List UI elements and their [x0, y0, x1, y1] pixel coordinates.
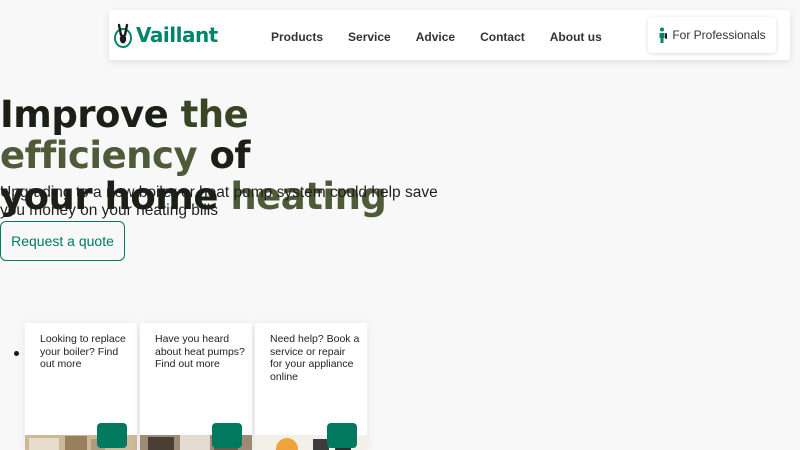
card-arrow-button[interactable]	[327, 423, 357, 448]
nav-contact[interactable]: Contact	[480, 26, 525, 44]
logo-wordmark: Vaillant	[136, 23, 218, 47]
hero-title-word: efficiency	[0, 134, 198, 177]
main-nav: Products Service Advice Contact About us	[271, 10, 627, 60]
hero-title-word: of	[209, 134, 250, 177]
hero-title-word: Improve	[0, 93, 169, 136]
for-professionals-button[interactable]: For Professionals	[648, 17, 776, 53]
promo-card-boiler[interactable]: Looking to replace your boiler? Find out…	[25, 323, 137, 450]
card-arrow-button[interactable]	[97, 423, 127, 448]
card-arrow-button[interactable]	[212, 423, 242, 448]
nav-products[interactable]: Products	[271, 26, 323, 44]
site-header: Vaillant Products Service Advice Contact…	[109, 10, 790, 60]
professional-person-icon	[659, 27, 668, 43]
card-text: Looking to replace your boiler? Find out…	[40, 333, 126, 371]
hero-title-word: the	[180, 93, 249, 136]
card-text: Have you heard about heat pumps? Find ou…	[155, 333, 245, 371]
carousel-dot-active[interactable]	[14, 351, 19, 356]
card-text: Need help? Book a service or repair for …	[270, 333, 360, 383]
promo-card-service[interactable]: Need help? Book a service or repair for …	[255, 323, 367, 450]
for-professionals-label: For Professionals	[672, 28, 766, 42]
vaillant-logo[interactable]: Vaillant	[113, 21, 218, 49]
request-quote-button[interactable]: Request a quote	[0, 221, 125, 261]
nav-service[interactable]: Service	[348, 26, 391, 44]
nav-advice[interactable]: Advice	[416, 26, 455, 44]
hero-subtitle: Upgrading to a new boiler or heat pump s…	[0, 184, 438, 219]
nav-about-us[interactable]: About us	[550, 26, 602, 44]
promo-card-heat-pump[interactable]: Have you heard about heat pumps? Find ou…	[140, 323, 252, 450]
vaillant-hare-icon	[114, 23, 132, 48]
